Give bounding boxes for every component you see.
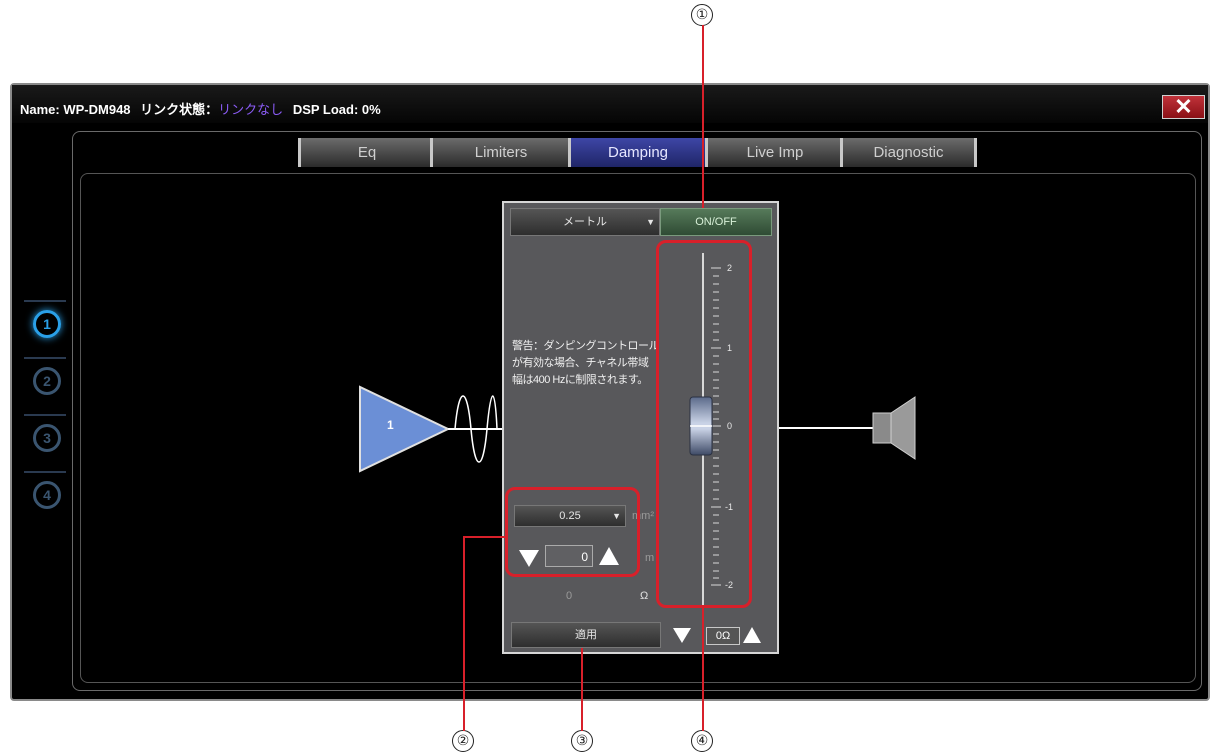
close-icon: ✕ — [1174, 94, 1193, 119]
triangle-down-icon — [673, 628, 691, 643]
callout-4: ④ — [691, 730, 713, 752]
callout-box-fader — [656, 240, 752, 608]
channel-1-icon: 1 — [33, 310, 61, 338]
onoff-button[interactable]: ON/OFF — [660, 208, 772, 236]
link-status-value: リンクなし — [218, 102, 284, 117]
fader-increment-button[interactable] — [742, 625, 762, 645]
tab-live-imp[interactable]: Live Imp — [705, 138, 845, 167]
callout-line-2-v — [463, 536, 465, 731]
resistance-value: 0 — [566, 590, 573, 602]
warning-text: 警告：ダンピングコントロール が有効な場合、チャネル帯域 幅は400 Hzに制限… — [512, 340, 660, 386]
triangle-up-icon — [743, 627, 761, 643]
link-status-label: リンク状態： — [140, 102, 219, 117]
tab-limiters[interactable]: Limiters — [430, 138, 572, 167]
channel-2-icon: 2 — [33, 367, 61, 395]
unit-select[interactable]: メートル ▼ — [510, 208, 660, 236]
dropdown-arrow-icon: ▼ — [646, 217, 655, 227]
device-name: Name: WP-DM948 — [20, 102, 131, 117]
callout-box-cable-length — [505, 487, 640, 577]
apply-button[interactable]: 適用 — [511, 622, 661, 648]
fader-value-input[interactable]: 0Ω — [706, 627, 740, 645]
tab-eq[interactable]: Eq — [298, 138, 436, 167]
callout-2: ② — [452, 730, 474, 752]
channel-3-icon: 3 — [33, 424, 61, 452]
channel-2-button[interactable]: 2 — [24, 357, 66, 407]
amp-channel-label: 1 — [387, 418, 394, 432]
channel-1-button[interactable]: 1 — [24, 300, 66, 350]
fader-decrement-button[interactable] — [672, 625, 692, 645]
title-text: Name: WP-DM948 リンク状態：リンクなし DSP Load: 0% — [20, 99, 381, 118]
close-button[interactable]: ✕ — [1162, 95, 1205, 119]
callout-line-4 — [702, 606, 704, 731]
tab-damping[interactable]: Damping — [568, 138, 708, 167]
speaker-cone-icon — [890, 396, 916, 460]
callout-line-2-h — [463, 536, 507, 538]
amplifier-icon — [359, 385, 451, 473]
length-unit: m — [645, 552, 655, 564]
resistance-unit: Ω — [640, 590, 649, 602]
channel-4-icon: 4 — [33, 481, 61, 509]
tab-diagnostic[interactable]: Diagnostic — [840, 138, 977, 167]
channel-3-button[interactable]: 3 — [24, 414, 66, 464]
callout-line-3 — [581, 648, 583, 731]
speaker-body-icon — [872, 412, 892, 444]
callout-1: ① — [691, 4, 713, 26]
callout-line-1 — [702, 25, 704, 208]
callout-3: ③ — [571, 730, 593, 752]
dsp-load: DSP Load: 0% — [292, 102, 381, 117]
channel-4-button[interactable]: 4 — [24, 471, 66, 521]
